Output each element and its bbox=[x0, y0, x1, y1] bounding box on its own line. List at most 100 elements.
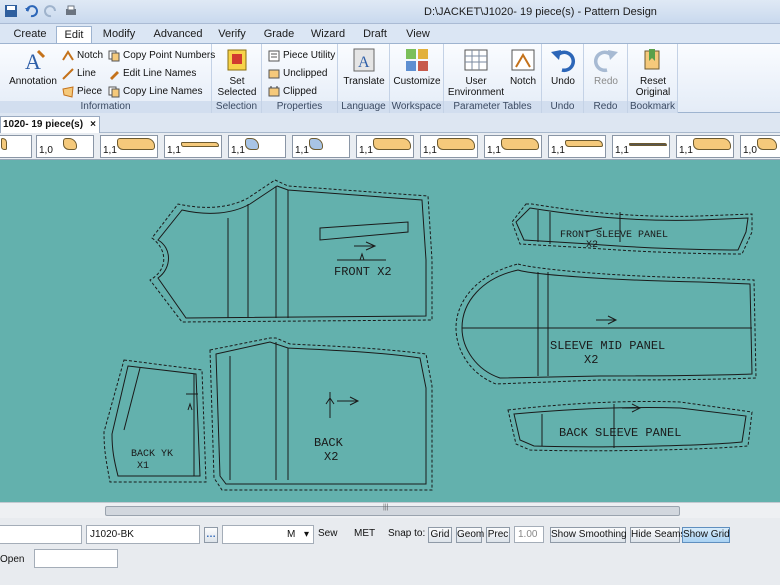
undo-arrow-icon bbox=[551, 50, 576, 73]
piece-thumb[interactable] bbox=[0, 135, 32, 158]
window-title: D:\JACKET\J1020- 19 piece(s) - Pattern D… bbox=[424, 6, 657, 18]
tab-wizard[interactable]: Wizard bbox=[306, 26, 350, 43]
piece-name-field[interactable]: J1020-BK bbox=[86, 525, 200, 544]
piece-thumb[interactable]: 1,1 bbox=[612, 135, 670, 158]
back-label-line1: BACK bbox=[314, 436, 344, 450]
group-parameter-tables: User Environment Notch Parameter Tables bbox=[444, 44, 542, 113]
show-grid-button[interactable]: Show Grid bbox=[682, 527, 730, 543]
snap-geom-button[interactable]: Geom bbox=[456, 527, 484, 543]
group-label-properties: Properties bbox=[262, 101, 337, 113]
edit-line-names-button[interactable]: Edit Line Names bbox=[108, 66, 196, 82]
snap-prec-button[interactable]: Prec bbox=[486, 527, 510, 543]
piece-thumb[interactable]: 1,1 bbox=[676, 135, 734, 158]
sleeve-mid-panel[interactable]: SLEEVE MID PANEL X2 bbox=[455, 263, 757, 385]
notch-info-button[interactable]: Notch bbox=[62, 48, 103, 64]
group-label-undo: Undo bbox=[542, 101, 583, 113]
close-icon[interactable]: × bbox=[90, 117, 96, 132]
piece-thumb[interactable]: 1,0 bbox=[36, 135, 94, 158]
scrollbar-thumb[interactable] bbox=[105, 506, 680, 516]
front-sleeve-label-line1: FRONT SLEEVE PANEL bbox=[560, 230, 668, 241]
set-selected-button[interactable]: Set Selected bbox=[214, 47, 260, 98]
undo-icon[interactable] bbox=[24, 4, 38, 18]
unclipped-button[interactable]: Unclipped bbox=[268, 66, 327, 82]
piece-thumb[interactable]: 1,1 bbox=[548, 135, 606, 158]
title-bar: D:\JACKET\J1020- 19 piece(s) - Pattern D… bbox=[0, 0, 780, 24]
status-field-empty[interactable] bbox=[0, 525, 82, 544]
piece-thumb[interactable]: 1,1 bbox=[484, 135, 542, 158]
piece-thumb[interactable]: 1,1 bbox=[292, 135, 350, 158]
group-bookmark: Reset Original Bookmark bbox=[628, 44, 678, 113]
front-sleeve-panel[interactable]: FRONT SLEEVE PANEL X2 bbox=[511, 203, 753, 255]
clipped-button[interactable]: Clipped bbox=[268, 84, 317, 100]
piece-thumb[interactable]: 1,0 bbox=[740, 135, 780, 158]
reset-original-button[interactable]: Reset Original bbox=[630, 47, 676, 98]
piece-utility-button[interactable]: Piece Utility bbox=[268, 48, 335, 64]
svg-text:A: A bbox=[358, 54, 370, 71]
ribbon: A Annotation Notch Line Piece Copy Point… bbox=[0, 43, 780, 113]
undo-button[interactable]: Undo bbox=[544, 47, 582, 87]
back-yoke-piece[interactable]: BACK YK X1 bbox=[103, 359, 207, 483]
back-piece[interactable]: BACK X2 bbox=[209, 337, 433, 491]
copy-icon bbox=[108, 50, 120, 62]
copy-line-names-button[interactable]: Copy Line Names bbox=[108, 84, 202, 100]
show-smoothing-button[interactable]: Show Smoothing bbox=[550, 527, 627, 543]
piece-thumb[interactable]: 1,1 bbox=[228, 135, 286, 158]
save-icon[interactable] bbox=[4, 4, 18, 18]
user-environment-button[interactable]: User Environment bbox=[446, 47, 506, 98]
translate-button[interactable]: A Translate bbox=[340, 47, 388, 87]
print-icon[interactable] bbox=[64, 4, 78, 18]
group-information: A Annotation Notch Line Piece Copy Point… bbox=[0, 44, 215, 113]
front-piece[interactable]: FRONT X2 bbox=[149, 179, 433, 323]
customize-button[interactable]: Customize bbox=[392, 47, 442, 87]
copy-point-numbers-button[interactable]: Copy Point Numbers bbox=[108, 48, 215, 64]
unclipped-icon bbox=[268, 68, 280, 80]
piece-thumb[interactable]: 1,1 bbox=[100, 135, 158, 158]
document-tab-strip: 1020- 19 piece(s) × bbox=[0, 113, 780, 133]
redo-button[interactable]: Redo bbox=[586, 47, 626, 87]
status-area: J1020-BK … M ▾ Sew MET Snap to: Grid Geo… bbox=[0, 518, 780, 585]
sleeve-mid-label-line2: X2 bbox=[584, 353, 598, 367]
precision-field[interactable]: 1.00 bbox=[514, 526, 544, 543]
group-redo: Redo Redo bbox=[584, 44, 628, 113]
piece-thumb[interactable]: 1,1 bbox=[420, 135, 478, 158]
redo-icon[interactable] bbox=[44, 4, 58, 18]
document-tab[interactable]: 1020- 19 piece(s) × bbox=[0, 116, 100, 133]
front-sleeve-label-line2: X2 bbox=[586, 240, 598, 251]
tab-view[interactable]: View bbox=[400, 26, 436, 43]
tab-grade[interactable]: Grade bbox=[258, 26, 300, 43]
horizontal-scrollbar[interactable]: ||| bbox=[0, 502, 780, 518]
group-workspace: Customize Workspace bbox=[390, 44, 444, 113]
back-yoke-label-line1: BACK YK bbox=[131, 449, 173, 460]
piece-thumb[interactable]: 1,1 bbox=[356, 135, 414, 158]
tab-modify[interactable]: Modify bbox=[96, 26, 142, 43]
line-icon bbox=[62, 68, 74, 80]
open-field[interactable] bbox=[34, 549, 118, 568]
pattern-design-app: D:\JACKET\J1020- 19 piece(s) - Pattern D… bbox=[0, 0, 780, 585]
tab-verify[interactable]: Verify bbox=[212, 26, 252, 43]
size-select[interactable]: M ▾ bbox=[222, 525, 314, 544]
back-yoke-label-line2: X1 bbox=[137, 461, 149, 472]
units-label: MET bbox=[354, 528, 376, 539]
piece-thumb[interactable]: 1,1 bbox=[164, 135, 222, 158]
group-label-language: Language bbox=[338, 101, 389, 113]
back-sleeve-panel[interactable]: BACK SLEEVE PANEL bbox=[507, 400, 753, 452]
pattern-canvas[interactable]: FRONT X2 BACK X2 BACK YK X1 FRONT SLEEVE… bbox=[0, 160, 780, 502]
snap-grid-button[interactable]: Grid bbox=[428, 527, 452, 543]
tab-create[interactable]: Create bbox=[8, 26, 52, 43]
piece-utility-icon bbox=[268, 50, 280, 62]
set-selected-icon bbox=[227, 49, 247, 71]
bookmark-icon bbox=[644, 49, 660, 70]
notch-table-button[interactable]: Notch bbox=[506, 47, 540, 87]
copy-icon bbox=[108, 86, 120, 98]
hide-seams-button[interactable]: Hide Seams bbox=[630, 527, 685, 543]
annotation-button[interactable]: A Annotation bbox=[8, 47, 58, 87]
tab-draft[interactable]: Draft bbox=[356, 26, 394, 43]
tab-advanced[interactable]: Advanced bbox=[150, 26, 206, 43]
piece-info-button[interactable]: Piece bbox=[62, 84, 102, 100]
open-label: Open bbox=[0, 554, 25, 565]
edit-icon bbox=[108, 68, 120, 80]
line-info-button[interactable]: Line bbox=[62, 66, 96, 82]
browse-button[interactable]: … bbox=[204, 527, 218, 543]
snap-label: Snap to: bbox=[388, 528, 426, 539]
tab-edit[interactable]: Edit bbox=[56, 26, 92, 43]
